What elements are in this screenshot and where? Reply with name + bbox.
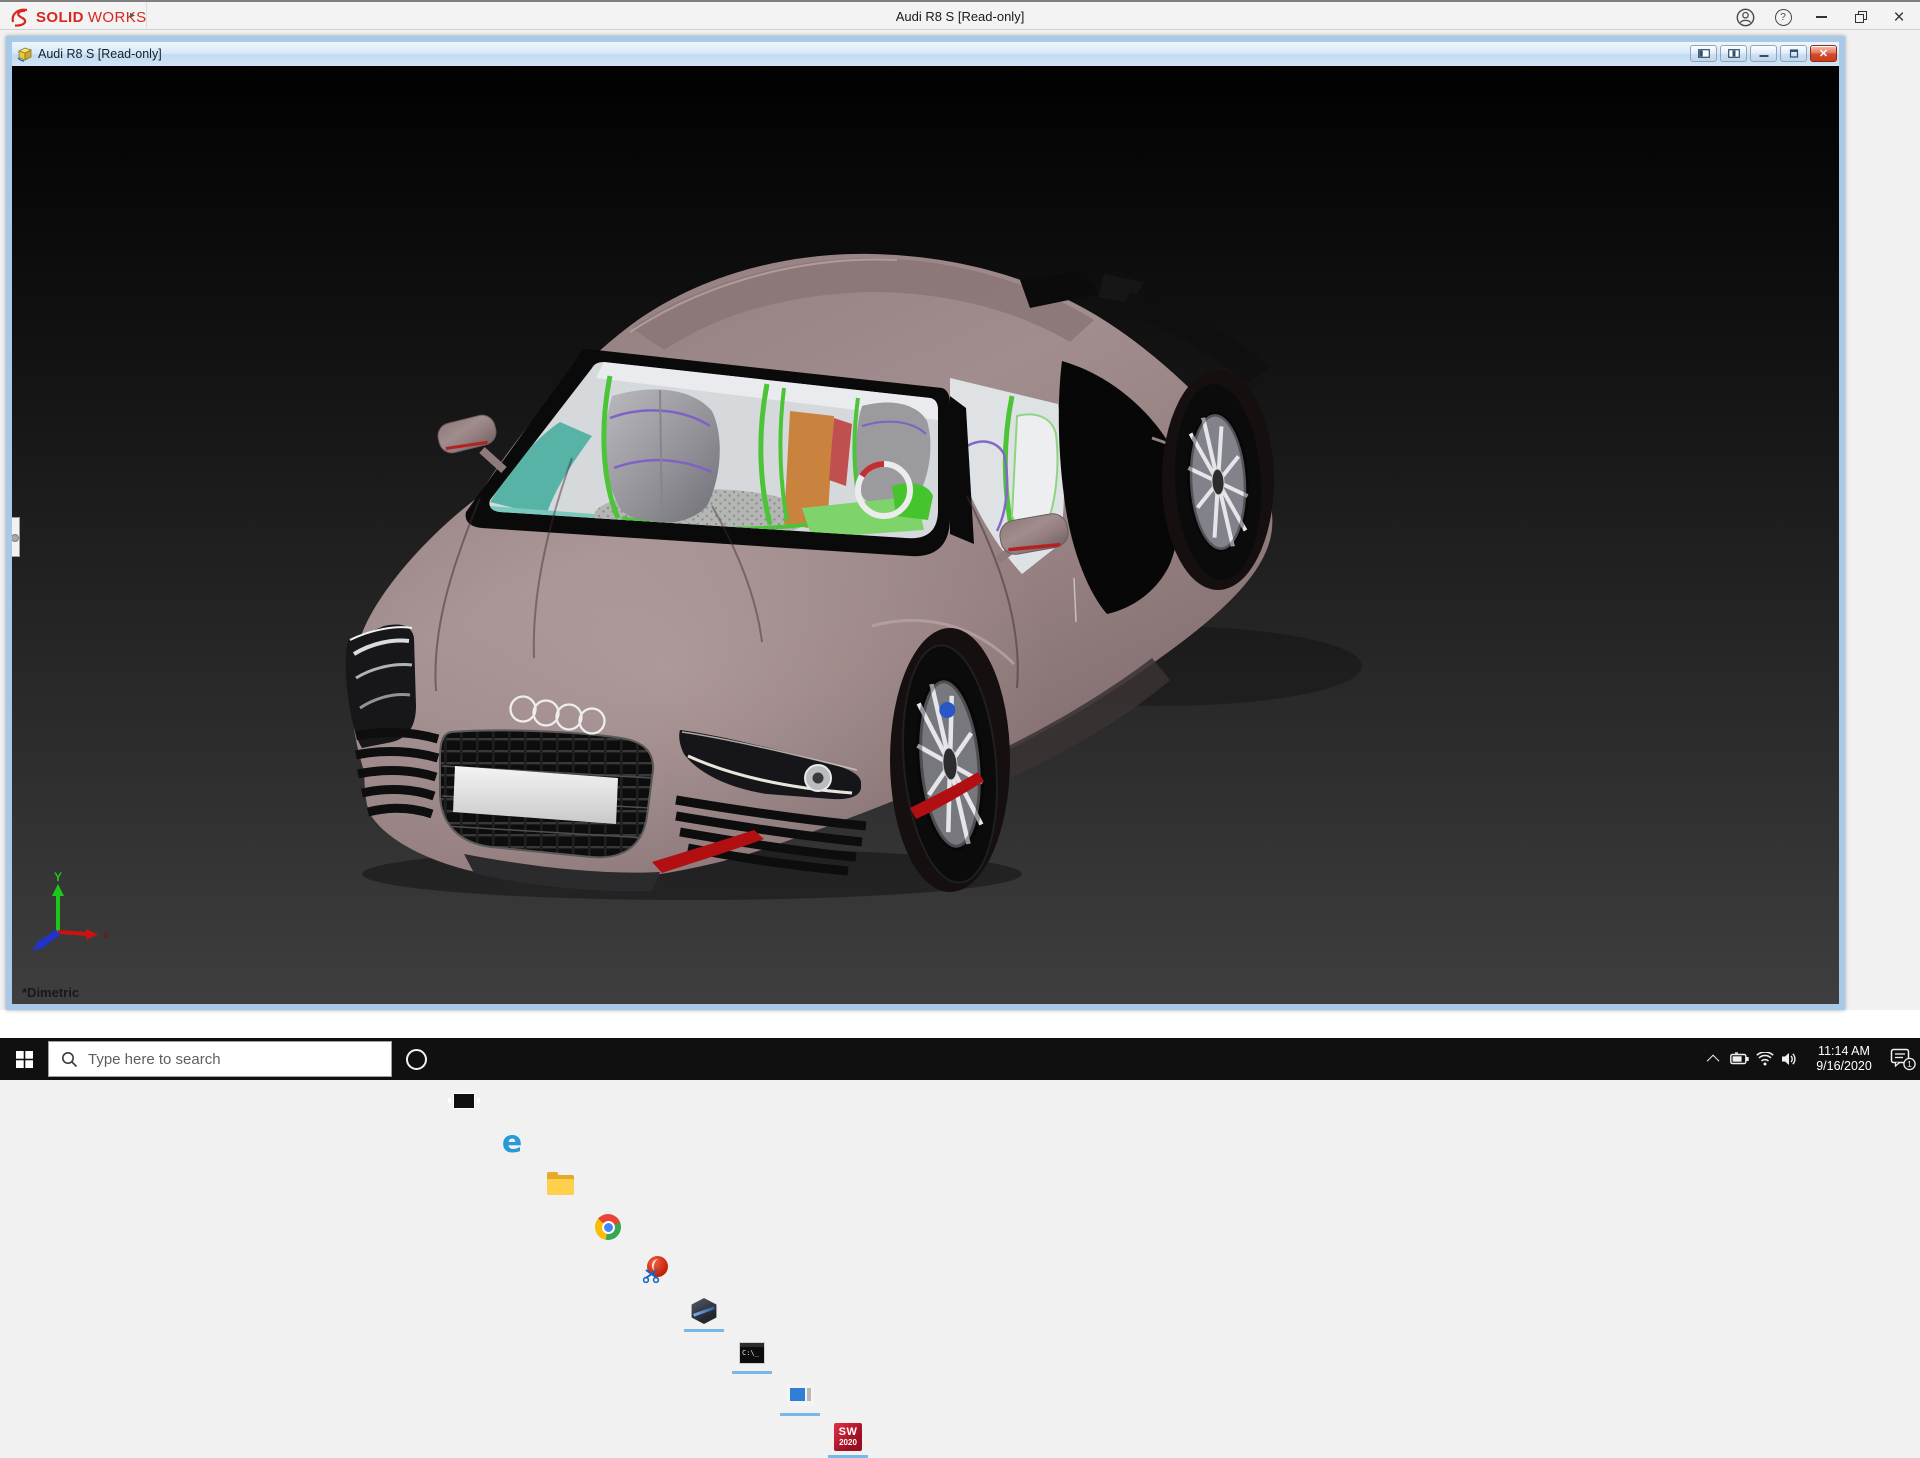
battery-button[interactable] [1727, 1038, 1752, 1080]
file-explorer-icon [547, 1175, 574, 1195]
cortana-icon [406, 1049, 427, 1070]
help-icon: ? [1775, 9, 1792, 26]
user-icon [1736, 8, 1755, 27]
taskbar-app-edrawings[interactable] [680, 1290, 728, 1332]
car-model [346, 254, 1362, 900]
taskbar-app-command-prompt[interactable]: C:\_ [728, 1332, 776, 1374]
start-button[interactable] [0, 1038, 48, 1080]
taskbar-app-file-explorer[interactable] [536, 1164, 584, 1206]
notification-badge: 1 [1907, 1059, 1912, 1069]
status-strip [0, 1010, 1920, 1038]
restore-icon [1855, 11, 1867, 23]
doc-minimize-icon [1758, 49, 1770, 58]
edge-icon: e [502, 1128, 522, 1158]
restore-button[interactable] [1844, 5, 1878, 29]
document-title: Audi R8 S [Read-only] [38, 47, 162, 61]
task-view-icon [453, 1093, 475, 1109]
clock-date: 9/16/2020 [1808, 1059, 1880, 1074]
app-titlebar: SOLIDWORKS ▸ Audi R8 S [Read-only] ? × [0, 0, 1920, 30]
taskbar: e C:\_ [0, 1038, 1920, 1080]
graphics-viewport[interactable]: Y x *Dimetric [12, 66, 1839, 1004]
taskbar-app-snipping-tool[interactable] [632, 1248, 680, 1290]
action-center-button[interactable]: 1 [1886, 1038, 1920, 1080]
axis-x-label: x [103, 929, 109, 941]
left-pane-icon [1698, 49, 1710, 58]
windows-logo-icon [16, 1051, 33, 1068]
search-input[interactable] [88, 1051, 391, 1068]
document-minimize-button[interactable] [1750, 45, 1777, 62]
chevron-up-icon [1707, 1054, 1720, 1067]
solidworks-2020-icon: SW 2020 [834, 1423, 862, 1451]
taskbar-app-cortana[interactable] [392, 1038, 440, 1080]
assembly-document-icon [16, 46, 33, 62]
doc-close-icon: ✕ [1819, 47, 1828, 60]
running-indicator [780, 1413, 820, 1416]
document-window: Audi R8 S [Read-only] [6, 36, 1845, 1010]
wifi-icon [1756, 1052, 1774, 1066]
taskbar-app-remote-window[interactable] [776, 1374, 824, 1416]
orientation-triad: Y x [22, 870, 118, 962]
running-indicator [732, 1371, 772, 1374]
view-orientation-label: *Dimetric [22, 985, 79, 1000]
window-title: Audi R8 S [Read-only] [0, 9, 1920, 24]
minimize-icon [1816, 16, 1827, 18]
help-button[interactable]: ? [1766, 5, 1800, 29]
axis-y-label: Y [54, 870, 62, 884]
document-titlebar[interactable]: Audi R8 S [Read-only] [12, 42, 1839, 66]
pane-splitter-tab[interactable] [12, 517, 20, 557]
minimize-button[interactable] [1804, 5, 1838, 29]
taskbar-search[interactable] [48, 1041, 392, 1077]
taskbar-app-task-view[interactable] [440, 1080, 488, 1122]
show-left-pane-button[interactable] [1690, 45, 1717, 62]
clock-time: 11:14 AM [1808, 1044, 1880, 1059]
right-pane-icon [1728, 49, 1740, 58]
show-right-pane-button[interactable] [1720, 45, 1747, 62]
notification-icon: 1 [1890, 1047, 1916, 1071]
system-tray: 11:14 AM 9/16/2020 1 [1702, 1038, 1920, 1080]
speaker-icon [1781, 1051, 1798, 1067]
volume-button[interactable] [1777, 1038, 1802, 1080]
search-icon [61, 1051, 78, 1068]
command-prompt-icon: C:\_ [739, 1342, 765, 1364]
snipping-tool-icon [643, 1256, 669, 1282]
taskbar-app-solidworks[interactable]: SW 2020 [824, 1416, 872, 1458]
left-mirror [435, 412, 504, 470]
document-restore-button[interactable] [1780, 45, 1807, 62]
doc-restore-icon [1788, 49, 1800, 58]
taskbar-clock[interactable]: 11:14 AM 9/16/2020 [1808, 1044, 1880, 1074]
close-button[interactable]: × [1882, 5, 1916, 29]
remote-window-icon [787, 1384, 814, 1406]
hidden-icons-button[interactable] [1702, 1038, 1727, 1080]
chrome-icon [595, 1214, 621, 1240]
network-button[interactable] [1752, 1038, 1777, 1080]
battery-icon [1730, 1051, 1750, 1067]
hexagon-app-icon [691, 1298, 718, 1324]
taskbar-app-edge[interactable]: e [488, 1122, 536, 1164]
running-indicator [684, 1329, 724, 1332]
account-button[interactable] [1728, 5, 1762, 29]
document-close-button[interactable]: ✕ [1810, 45, 1837, 62]
audi-r8-3d-model [12, 66, 1839, 1004]
taskbar-app-chrome[interactable] [584, 1206, 632, 1248]
